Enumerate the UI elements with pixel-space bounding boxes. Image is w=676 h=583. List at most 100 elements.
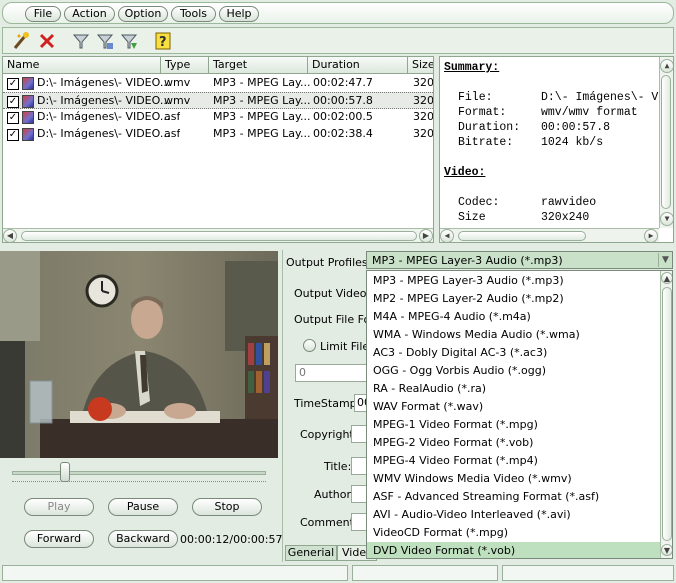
add-files-icon[interactable]	[11, 31, 31, 51]
convert-all-icon[interactable]	[119, 31, 139, 51]
cell-type: wmv	[164, 76, 191, 89]
row-checkbox[interactable]: ✓	[7, 112, 19, 124]
menu-action[interactable]: Action	[64, 6, 115, 22]
author-field[interactable]	[351, 485, 367, 503]
convert-icon[interactable]	[71, 31, 91, 51]
dropdown-option[interactable]: MPEG-1 Video Format (*.mpg)	[367, 416, 660, 434]
cell-size: 320x	[413, 76, 434, 89]
scroll-up-icon[interactable]: ▲	[661, 272, 672, 284]
dropdown-option[interactable]: RA - RealAudio (*.ra)	[367, 380, 660, 398]
remove-icon[interactable]	[37, 31, 57, 51]
menu-option[interactable]: Option	[118, 6, 168, 22]
scroll-left-icon[interactable]: ◀	[3, 229, 17, 242]
scroll-down-icon[interactable]: ▼	[660, 212, 673, 226]
table-row[interactable]: ✓ D:\- Imágenes\- VIDEO... asf MP3 - MPEG L…	[3, 126, 433, 143]
tab-general[interactable]: Generial	[285, 545, 337, 561]
seek-track[interactable]	[12, 471, 266, 475]
summary-hscrollbar[interactable]: ◀ ▶	[440, 228, 659, 242]
media-file-icon	[22, 95, 34, 108]
limit-size-field[interactable]: 0	[295, 364, 367, 382]
dropdown-option[interactable]: DVD Video Format (*.vob)	[367, 542, 660, 558]
stop-button[interactable]: Stop	[192, 498, 262, 516]
scroll-right-icon[interactable]: ▶	[419, 229, 433, 242]
limit-file-size-radio[interactable]	[303, 339, 316, 352]
cell-name: D:\- Imágenes\- VIDEO...	[37, 94, 171, 107]
author-label: Author:	[314, 488, 355, 501]
scroll-down-icon[interactable]: ▼	[661, 544, 672, 556]
seek-ticks	[12, 479, 266, 482]
comment-field[interactable]	[351, 513, 367, 531]
column-header-name[interactable]: Name	[3, 57, 161, 74]
dropdown-option[interactable]: MPEG-4 Video Format (*.mp4)	[367, 452, 660, 470]
cell-target: MP3 - MPEG Lay...	[213, 94, 311, 107]
summary-file-label: File:	[458, 91, 493, 104]
row-checkbox[interactable]: ✓	[7, 129, 19, 141]
player-controls: Play Pause Stop Forward Backward 00:00:1…	[2, 459, 283, 562]
scroll-up-icon[interactable]: ▲	[660, 59, 673, 73]
dropdown-option[interactable]: WAV Format (*.wav)	[367, 398, 660, 416]
video-preview	[0, 251, 278, 458]
column-header-size[interactable]: Size	[408, 57, 433, 74]
dropdown-option[interactable]: MPEG-2 Video Format (*.vob)	[367, 434, 660, 452]
dropdown-option[interactable]: WMA - Windows Media Audio (*.wma)	[367, 326, 660, 344]
summary-size-value: 320x240	[541, 211, 590, 224]
cell-size: 320x	[413, 110, 434, 123]
dropdown-option[interactable]: AVI - Audio-Video Interleaved (*.avi)	[367, 506, 660, 524]
file-list-hscrollbar[interactable]: ◀ ▶	[3, 228, 433, 242]
play-button[interactable]: Play	[24, 498, 94, 516]
scroll-thumb[interactable]	[662, 287, 672, 541]
cell-duration: 00:02:47.7	[313, 76, 373, 89]
cell-target: MP3 - MPEG Lay...	[213, 110, 311, 123]
summary-bitrate-value: 1024 kb/s	[541, 136, 604, 149]
column-header-duration[interactable]: Duration	[308, 57, 408, 74]
playback-time: 00:00:12/00:00:57	[180, 533, 283, 546]
dropdown-option[interactable]: MP3 - MPEG Layer-3 Audio (*.mp3)	[367, 272, 660, 290]
chevron-down-icon[interactable]: ▼	[658, 253, 672, 267]
summary-bitrate-label: Bitrate:	[458, 136, 514, 149]
cell-type: asf	[164, 110, 181, 123]
pause-button[interactable]: Pause	[108, 498, 178, 516]
forward-button[interactable]: Forward	[24, 530, 94, 548]
dropdown-option[interactable]: OGG - Ogg Vorbis Audio (*.ogg)	[367, 362, 660, 380]
table-row[interactable]: ✓ D:\- Imágenes\- VIDEO... asf MP3 - MPEG L…	[3, 109, 434, 126]
column-header-type[interactable]: Type	[161, 57, 209, 74]
row-checkbox[interactable]: ✓	[7, 78, 19, 90]
summary-vscrollbar[interactable]: ▲ ▼	[659, 57, 673, 228]
scroll-left-icon[interactable]: ◀	[440, 229, 454, 242]
dropdown-option[interactable]: WMV Windows Media Video (*.wmv)	[367, 470, 660, 488]
convert-selected-icon[interactable]	[95, 31, 115, 51]
backward-button[interactable]: Backward	[108, 530, 178, 548]
table-row[interactable]: ✓ D:\- Imágenes\- VIDEO... wmv MP3 - MPEG L…	[3, 75, 434, 92]
comment-label: Comment:	[300, 516, 358, 529]
scroll-thumb[interactable]	[21, 231, 417, 241]
scroll-thumb[interactable]	[661, 75, 671, 209]
dropdown-option[interactable]: ASF - Advanced Streaming Format (*.asf)	[367, 488, 660, 506]
summary-duration-label: Duration:	[458, 121, 521, 134]
table-row[interactable]: ✓ D:\- Imágenes\- VIDEO... wmv MP3 - MPEG L…	[3, 92, 433, 109]
dropdown-vscrollbar[interactable]: ▲ ▼	[660, 271, 672, 558]
row-checkbox[interactable]: ✓	[7, 96, 19, 108]
media-file-icon	[22, 111, 34, 124]
video-frame-image	[0, 251, 278, 458]
status-bar	[0, 563, 676, 583]
summary-panel: Summary: File: D:\- Imágenes\- V Format:…	[439, 56, 674, 243]
dropdown-option[interactable]: AC3 - Dobly Digital AC-3 (*.ac3)	[367, 344, 660, 362]
menu-file[interactable]: File	[25, 6, 61, 22]
copyright-field[interactable]	[351, 425, 367, 443]
dropdown-option[interactable]: M4A - MPEG-4 Audio (*.m4a)	[367, 308, 660, 326]
cell-name: D:\- Imágenes\- VIDEO...	[37, 127, 171, 140]
title-field[interactable]	[351, 457, 367, 475]
scroll-thumb[interactable]	[458, 231, 586, 241]
summary-video-title: Video:	[444, 166, 486, 179]
help-icon[interactable]: ?	[153, 31, 173, 51]
output-profile-select[interactable]: MP3 - MPEG Layer-3 Audio (*.mp3) ▼	[366, 251, 673, 269]
summary-format-value: wmv/wmv format	[541, 106, 638, 119]
status-panel-3	[502, 565, 674, 581]
file-list: Name Type Target Duration Size ✓ D:\- Imá…	[2, 56, 434, 243]
dropdown-option[interactable]: MP2 - MPEG Layer-2 Audio (*.mp2)	[367, 290, 660, 308]
dropdown-option[interactable]: VideoCD Format (*.mpg)	[367, 524, 660, 542]
column-header-target[interactable]: Target	[209, 57, 308, 74]
menu-help[interactable]: Help	[219, 6, 259, 22]
scroll-right-icon[interactable]: ▶	[644, 229, 658, 242]
menu-tools[interactable]: Tools	[171, 6, 216, 22]
